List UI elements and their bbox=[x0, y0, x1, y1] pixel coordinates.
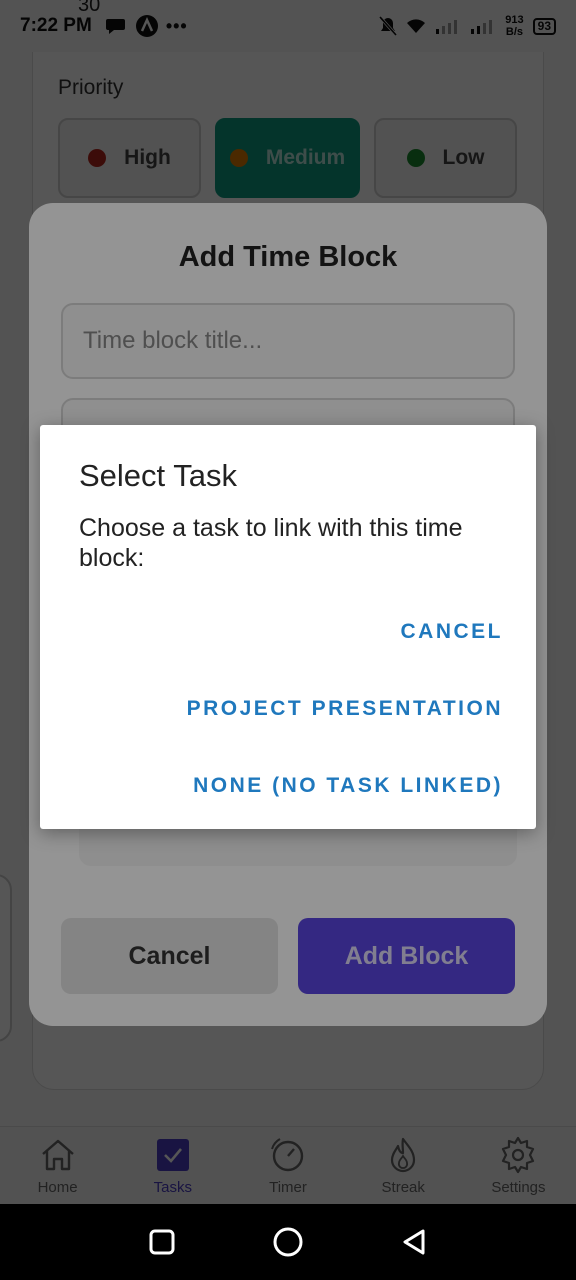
home-circle-icon[interactable] bbox=[271, 1225, 305, 1259]
select-task-dialog: Select Task Choose a task to link with t… bbox=[40, 425, 536, 829]
dialog-message: Choose a task to link with this time blo… bbox=[79, 514, 463, 572]
dialog-cancel-button[interactable]: CANCEL bbox=[401, 620, 504, 644]
no-task-linked-button[interactable]: NONE (NO TASK LINKED) bbox=[193, 774, 503, 798]
project-presentation-button[interactable]: PROJECT PRESENTATION bbox=[187, 697, 503, 721]
dialog-title: Select Task bbox=[79, 458, 237, 493]
back-triangle-icon[interactable] bbox=[399, 1227, 429, 1257]
system-nav-bar bbox=[0, 1204, 576, 1280]
recents-square-icon[interactable] bbox=[147, 1227, 177, 1257]
